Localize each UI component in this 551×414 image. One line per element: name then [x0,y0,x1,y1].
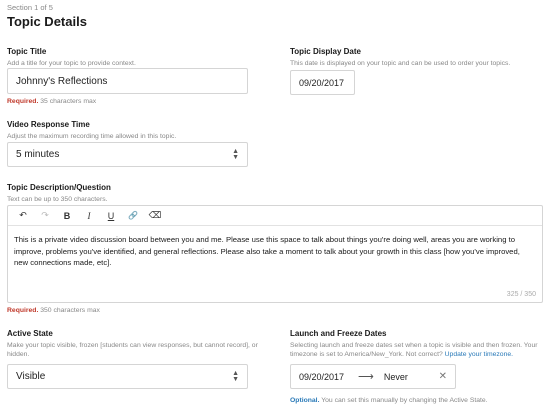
italic-button[interactable]: I [78,206,100,226]
description-note: Required. 350 characters max [7,307,100,314]
char-limit: 35 characters max [40,98,97,105]
underline-button[interactable]: U [100,206,122,226]
bold-button[interactable]: B [56,206,78,226]
display-date-input[interactable]: 09/20/2017 [290,70,355,95]
topic-title-note: Required. 35 characters max [7,98,96,105]
launch-freeze-label: Launch and Freeze Dates [290,329,387,338]
active-state-select[interactable]: Visible ▲ ▼ [7,364,248,389]
page-title: Topic Details [7,14,87,29]
topic-title-input[interactable]: Johnny's Reflections [7,68,248,94]
display-date-value: 09/20/2017 [299,77,345,88]
editor-toolbar: ↶ ↷ B I U 🔗 ⌫ [8,206,542,226]
description-text[interactable]: This is a private video discussion board… [14,234,534,269]
description-help: Text can be up to 350 characters. [7,196,108,203]
video-response-value: 5 minutes [16,149,60,160]
redo-icon[interactable]: ↷ [34,206,56,226]
required-label: Required. [7,307,39,314]
character-counter: 325 / 350 [506,291,536,298]
launch-date-value[interactable]: 09/20/2017 [299,372,344,382]
topic-title-label: Topic Title [7,47,47,56]
clear-format-icon[interactable]: ⌫ [144,206,166,226]
video-response-help: Adjust the maximum recording time allowe… [7,133,177,140]
display-date-help: This date is displayed on your topic and… [290,60,511,67]
active-state-value: Visible [16,371,46,382]
active-state-label: Active State [7,329,53,338]
update-timezone-link[interactable]: Update your timezone. [445,351,513,358]
section-label: Section 1 of 5 [7,3,53,12]
active-state-help: Make your topic visible, frozen [student… [7,342,258,358]
launch-freeze-date-range[interactable]: 09/20/2017 ⟶ Never ✕ [290,364,456,389]
arrow-right-icon: ⟶ [358,371,374,383]
optional-label: Optional. [290,397,320,404]
video-response-label: Video Response Time [7,120,90,129]
clear-icon[interactable]: ✕ [439,371,447,382]
launch-freeze-note: Optional. You can set this manually by c… [290,397,488,404]
description-label: Topic Description/Question [7,183,111,192]
description-editor[interactable]: ↶ ↷ B I U 🔗 ⌫ This is a private video di… [7,205,543,303]
chevron-up-down-icon: ▲ ▼ [232,147,239,161]
undo-icon[interactable]: ↶ [12,206,34,226]
launch-freeze-help: Selecting launch and freeze dates set wh… [290,341,548,359]
freeze-date-value[interactable]: Never [384,372,408,382]
required-label: Required. [7,98,39,105]
char-limit: 350 characters max [40,307,100,314]
display-date-label: Topic Display Date [290,47,361,56]
chevron-up-down-icon: ▲ ▼ [232,369,239,383]
video-response-select[interactable]: 5 minutes ▲ ▼ [7,142,248,167]
optional-note: You can set this manually by changing th… [321,397,488,404]
link-icon[interactable]: 🔗 [122,206,144,226]
topic-title-value: Johnny's Reflections [16,75,108,87]
topic-title-help: Add a title for your topic to provide co… [7,60,136,67]
